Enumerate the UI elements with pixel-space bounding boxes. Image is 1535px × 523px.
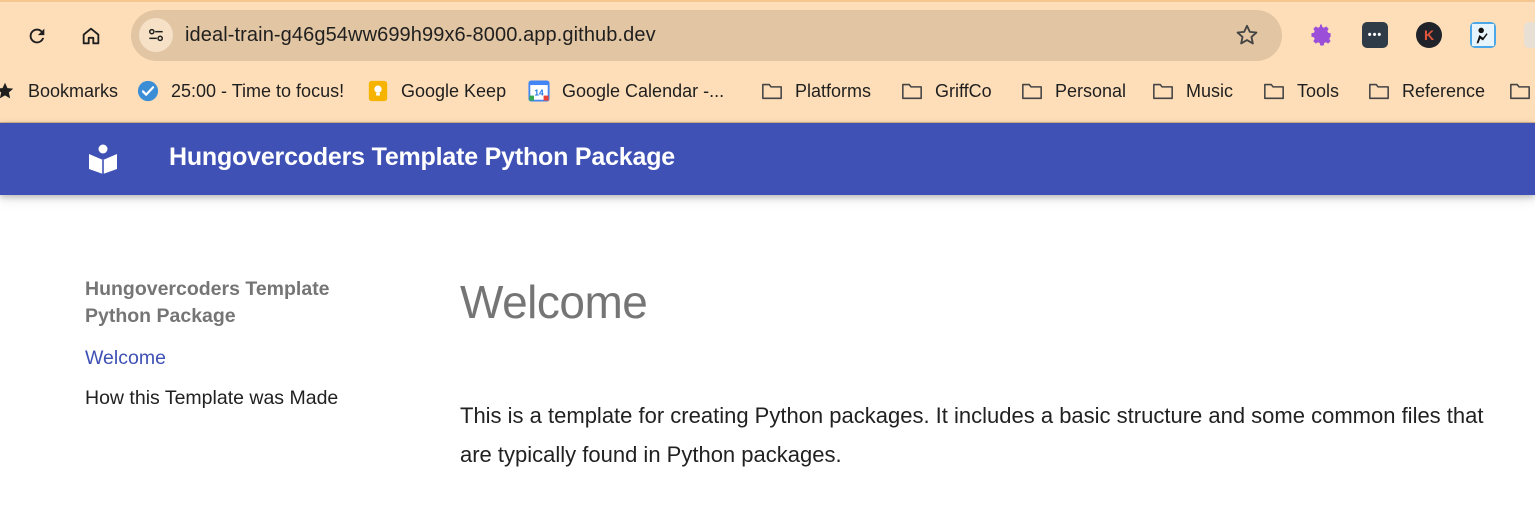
- reload-icon: [29, 28, 45, 44]
- bookmark-time-to-focus[interactable]: 25:00 - Time to focus!: [137, 72, 344, 110]
- bookmark-star-icon[interactable]: [1234, 22, 1260, 48]
- sidebar-item-welcome[interactable]: Welcome: [85, 345, 385, 371]
- password-extension-icon[interactable]: •••: [1362, 22, 1388, 48]
- bookmark-folder-music[interactable]: Music: [1152, 72, 1233, 110]
- folder-icon: [1368, 80, 1390, 102]
- reload-button[interactable]: [19, 18, 55, 54]
- bookmark-google-calendar[interactable]: 14 Google Calendar -...: [528, 72, 724, 110]
- folder-icon: [1152, 80, 1174, 102]
- bookmark-label: Bookmarks: [28, 80, 119, 101]
- bookmark-folder-reference[interactable]: Reference: [1368, 72, 1485, 110]
- bookmark-folder-personal[interactable]: Personal: [1021, 72, 1126, 110]
- gear-extension-icon[interactable]: [1308, 22, 1334, 48]
- sidebar-nav: Hungovercoders Template Python Package W…: [85, 276, 385, 411]
- bookmark-folder-tools[interactable]: Tools: [1263, 72, 1339, 110]
- reader-extension-icon[interactable]: [1470, 22, 1496, 48]
- bookmark-label: Platforms: [795, 80, 872, 101]
- url-text[interactable]: ideal-train-g46g54ww699h99x6-8000.app.gi…: [185, 24, 656, 47]
- bookmark-folder-griffco[interactable]: GriffCo: [901, 72, 992, 110]
- folder-icon: [1263, 80, 1285, 102]
- site-title[interactable]: Hungovercoders Template Python Package: [169, 143, 675, 172]
- folder-icon: [761, 80, 783, 102]
- nav-heading: Hungovercoders Template Python Package: [85, 278, 330, 327]
- site-header: Hungovercoders Template Python Package: [0, 123, 1535, 195]
- keep-icon: [367, 80, 389, 102]
- bookmarks-bar: Bookmarks 25:00 - Time to focus! Google …: [0, 72, 1535, 110]
- bookmark-label: Google Keep: [401, 80, 507, 101]
- bookmark-google-keep[interactable]: Google Keep: [367, 72, 506, 110]
- bookmark-label: Reference: [1402, 80, 1486, 101]
- book-reader-icon[interactable]: [86, 141, 120, 175]
- bookmark-bookmarks[interactable]: Bookmarks: [0, 72, 118, 110]
- tune-icon: [149, 28, 163, 42]
- main-content: Welcome This is a template for creating …: [460, 276, 1520, 474]
- bookmark-label: Music: [1186, 80, 1234, 101]
- sidebar-item-how-this-template-was-made[interactable]: How this Template was Made: [85, 385, 385, 411]
- bookmark-label: Google Calendar -...: [562, 80, 725, 101]
- folder-icon: [1509, 80, 1531, 102]
- address-bar[interactable]: ideal-train-g46g54ww699h99x6-8000.app.gi…: [131, 10, 1282, 61]
- intro-paragraph: This is a template for creating Python p…: [460, 403, 1484, 467]
- calendar-icon: 14: [528, 80, 550, 102]
- page-title: Welcome: [460, 276, 648, 328]
- k-extension-icon[interactable]: K: [1416, 22, 1442, 48]
- bookmark-label: Personal: [1055, 80, 1127, 101]
- bookmark-folder-platforms[interactable]: Platforms: [761, 72, 871, 110]
- tab-strip-edge: [0, 0, 1535, 2]
- check-circle-icon: [137, 80, 159, 102]
- folder-icon: [1021, 80, 1043, 102]
- extensions-overflow-icon[interactable]: [1524, 22, 1535, 48]
- bookmark-label: Tools: [1297, 80, 1340, 101]
- home-icon: [82, 27, 100, 45]
- home-button[interactable]: [73, 18, 109, 54]
- star-icon: [0, 80, 16, 102]
- calendar-badge: 14: [534, 89, 544, 98]
- k-extension-label: K: [1423, 27, 1435, 43]
- folder-icon: [901, 80, 923, 102]
- site-info-button[interactable]: [139, 18, 173, 52]
- bookmark-label: 25:00 - Time to focus!: [171, 80, 345, 101]
- bookmark-folder-overflow[interactable]: [1509, 72, 1535, 110]
- bookmark-label: GriffCo: [935, 80, 992, 101]
- browser-chrome: ideal-train-g46g54ww699h99x6-8000.app.gi…: [0, 0, 1535, 123]
